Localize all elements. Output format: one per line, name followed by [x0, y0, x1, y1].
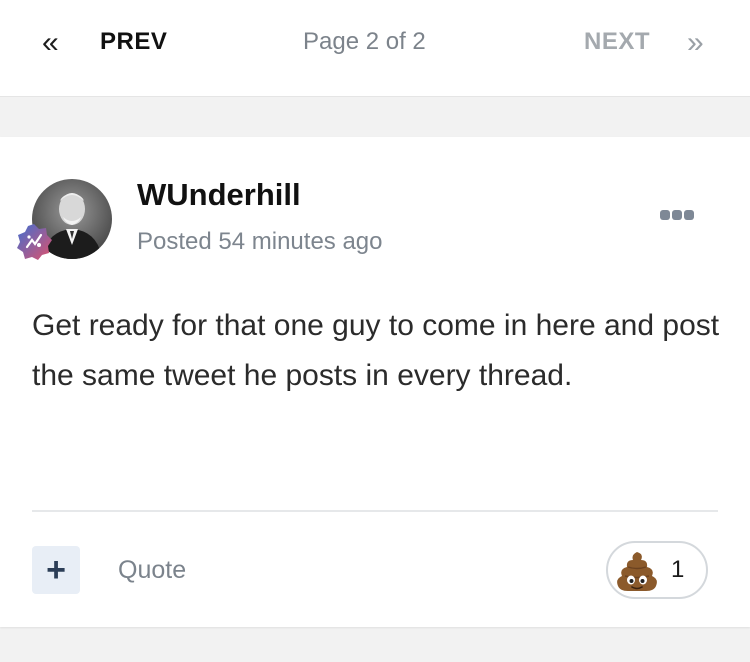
add-reaction-button[interactable]: +: [32, 546, 80, 594]
member-badge-icon: [15, 223, 53, 261]
poop-emoji-icon: [617, 552, 657, 591]
reaction-count: 1: [671, 556, 685, 583]
more-dot: [684, 210, 694, 220]
more-dot: [672, 210, 682, 220]
quote-button[interactable]: Quote: [118, 556, 186, 585]
page-indicator[interactable]: Page 2 of 2: [303, 28, 426, 56]
prev-button[interactable]: PREV: [100, 28, 167, 56]
divider: [32, 510, 718, 512]
double-chevron-left-icon[interactable]: «: [42, 28, 59, 58]
more-options-icon[interactable]: [660, 209, 696, 221]
post-timestamp[interactable]: Posted 54 minutes ago: [137, 228, 383, 256]
pagination-bar: « PREV Page 2 of 2 NEXT »: [0, 0, 750, 97]
more-dot: [660, 210, 670, 220]
post-body: Get ready for that one guy to come in he…: [32, 309, 720, 392]
forum-post: WUnderhill Posted 54 minutes ago Get rea…: [0, 137, 750, 627]
author-name[interactable]: WUnderhill: [137, 177, 301, 213]
next-button: NEXT: [584, 28, 651, 55]
plus-icon: +: [46, 551, 66, 589]
reaction-pill[interactable]: 1: [606, 541, 708, 599]
double-chevron-right-icon: »: [687, 26, 704, 59]
